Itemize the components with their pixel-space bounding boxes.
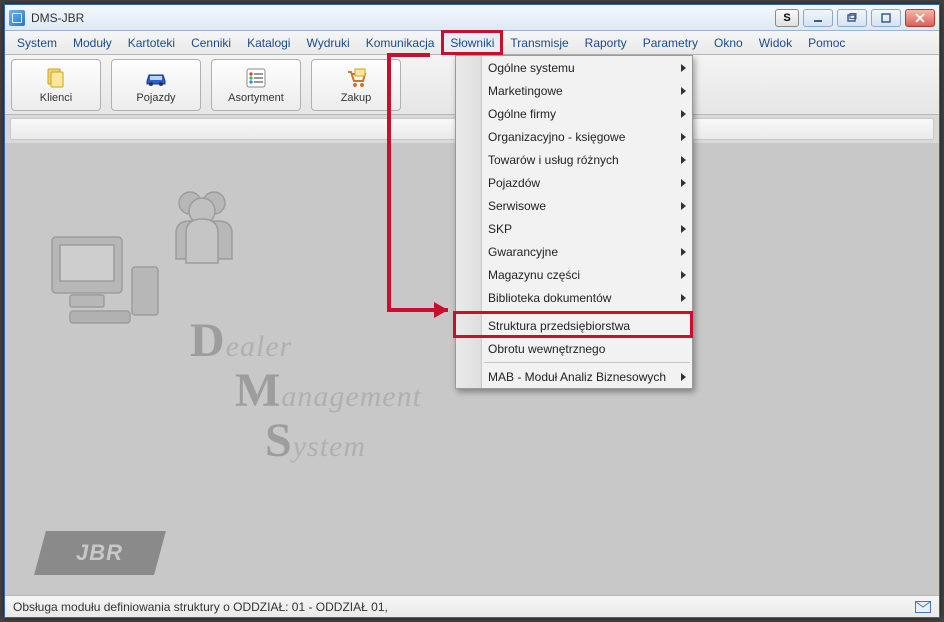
close-button[interactable] xyxy=(905,9,935,27)
toolbar-label: Pojazdy xyxy=(136,92,175,104)
menu-raporty[interactable]: Raporty xyxy=(577,31,635,54)
slowniki-dropdown: Ogólne systemu Marketingowe Ogólne firmy Or… xyxy=(455,55,693,389)
dropdown-item-0[interactable]: Ogólne systemu xyxy=(456,56,692,79)
dropdown-item-label: Organizacyjno - księgowe xyxy=(488,130,625,144)
menu-system[interactable]: System xyxy=(9,31,65,54)
maximize-icon xyxy=(881,13,891,23)
menu-label: System xyxy=(17,36,57,50)
toolbar-label: Zakup xyxy=(341,92,372,104)
menu-label: Parametry xyxy=(643,36,698,50)
menu-label: Komunikacja xyxy=(366,36,435,50)
menu-label: Wydruki xyxy=(306,36,349,50)
watermark-line1: Dealer xyxy=(190,313,292,368)
menu-label: Pomoc xyxy=(808,36,845,50)
dropdown-item-label: Ogólne firmy xyxy=(488,107,556,121)
dropdown-item-label: Magazynu części xyxy=(488,268,580,282)
menu-label: Transmisje xyxy=(510,36,568,50)
restore-button[interactable] xyxy=(837,9,867,27)
dropdown-item-label: Serwisowe xyxy=(488,199,546,213)
toolbar-label: Klienci xyxy=(40,92,72,104)
menu-parametry[interactable]: Parametry xyxy=(635,31,706,54)
window-title: DMS-JBR xyxy=(31,11,775,25)
menu-s-owniki[interactable]: Słowniki xyxy=(442,31,502,54)
cart-icon xyxy=(344,66,368,90)
toolbar-pojazdy[interactable]: Pojazdy xyxy=(111,59,201,111)
jbr-badge: JBR xyxy=(34,531,166,575)
dropdown-item-7[interactable]: SKP xyxy=(456,217,692,240)
dropdown-item-label: Ogólne systemu xyxy=(488,61,575,75)
mail-icon[interactable] xyxy=(915,601,931,613)
statusbar: Obsługa modułu definiowania struktury o … xyxy=(5,595,939,617)
toolbar-klienci[interactable]: Klienci xyxy=(11,59,101,111)
dropdown-item-label: Towarów i usług różnych xyxy=(488,153,619,167)
toolbar-zakup[interactable]: Zakup xyxy=(311,59,401,111)
menu-label: Moduły xyxy=(73,36,112,50)
clients-icon xyxy=(44,66,68,90)
menu-label: Cenniki xyxy=(191,36,231,50)
menu-widok[interactable]: Widok xyxy=(751,31,800,54)
status-text: Obsługa modułu definiowania struktury o … xyxy=(13,600,388,614)
dropdown-item-label: SKP xyxy=(488,222,512,236)
dropdown-item-label: Pojazdów xyxy=(488,176,540,190)
titlebar: DMS-JBR S xyxy=(5,5,939,31)
dropdown-item-13[interactable]: MAB - Moduł Analiz Biznesowych xyxy=(456,365,692,388)
close-icon xyxy=(915,13,925,23)
menu-label: Raporty xyxy=(585,36,627,50)
dropdown-item-1[interactable]: Marketingowe xyxy=(456,79,692,102)
minimize-button[interactable] xyxy=(803,9,833,27)
title-controls: S xyxy=(775,9,935,27)
watermark-line3: System xyxy=(265,413,366,468)
menu-label: Kartoteki xyxy=(128,36,175,50)
car-icon xyxy=(144,66,168,90)
dropdown-item-9[interactable]: Magazynu części xyxy=(456,263,692,286)
dropdown-separator xyxy=(484,362,690,363)
list-icon xyxy=(244,66,268,90)
minimize-icon xyxy=(813,13,823,23)
dropdown-separator xyxy=(484,311,690,312)
dropdown-item-label: Obrotu wewnętrznego xyxy=(488,342,605,356)
menu-katalogi[interactable]: Katalogi xyxy=(239,31,298,54)
dropdown-item-2[interactable]: Ogólne firmy xyxy=(456,102,692,125)
maximize-button[interactable] xyxy=(871,9,901,27)
menu-pomoc[interactable]: Pomoc xyxy=(800,31,853,54)
dropdown-item-label: Biblioteka dokumentów xyxy=(488,291,611,305)
menu-transmisje[interactable]: Transmisje xyxy=(502,31,576,54)
toolbar-asortyment[interactable]: Asortyment xyxy=(211,59,301,111)
menu-label: Katalogi xyxy=(247,36,290,50)
dropdown-item-4[interactable]: Towarów i usług różnych xyxy=(456,148,692,171)
app-icon xyxy=(9,10,25,26)
restore-icon xyxy=(847,13,857,23)
menubar: System Moduły Kartoteki Cenniki Katalogi Wydr… xyxy=(5,31,939,55)
menu-okno[interactable]: Okno xyxy=(706,31,751,54)
menu-cenniki[interactable]: Cenniki xyxy=(183,31,239,54)
dropdown-item-6[interactable]: Serwisowe xyxy=(456,194,692,217)
dropdown-item-10[interactable]: Biblioteka dokumentów xyxy=(456,286,692,309)
dropdown-item-label: MAB - Moduł Analiz Biznesowych xyxy=(488,370,666,384)
dropdown-item-8[interactable]: Gwarancyjne xyxy=(456,240,692,263)
menu-label: Okno xyxy=(714,36,743,50)
dropdown-item-12[interactable]: Obrotu wewnętrznego xyxy=(456,337,692,360)
dropdown-item-label: Gwarancyjne xyxy=(488,245,558,259)
s-button[interactable]: S xyxy=(775,9,799,27)
menu-label: Widok xyxy=(759,36,792,50)
menu-label: Słowniki xyxy=(450,36,494,50)
menu-komunikacja[interactable]: Komunikacja xyxy=(358,31,443,54)
dropdown-item-5[interactable]: Pojazdów xyxy=(456,171,692,194)
jbr-badge-text: JBR xyxy=(76,540,123,566)
dropdown-item-3[interactable]: Organizacyjno - księgowe xyxy=(456,125,692,148)
dropdown-item-label: Marketingowe xyxy=(488,84,563,98)
menu-wydruki[interactable]: Wydruki xyxy=(298,31,357,54)
toolbar-label: Asortyment xyxy=(228,92,284,104)
people-icon xyxy=(176,192,232,263)
watermark-line2: Management xyxy=(235,363,422,418)
menu-modu-y[interactable]: Moduły xyxy=(65,31,120,54)
dropdown-item-11[interactable]: Struktura przedsiębiorstwa xyxy=(456,314,692,337)
dropdown-item-label: Struktura przedsiębiorstwa xyxy=(488,319,630,333)
menu-kartoteki[interactable]: Kartoteki xyxy=(120,31,183,54)
